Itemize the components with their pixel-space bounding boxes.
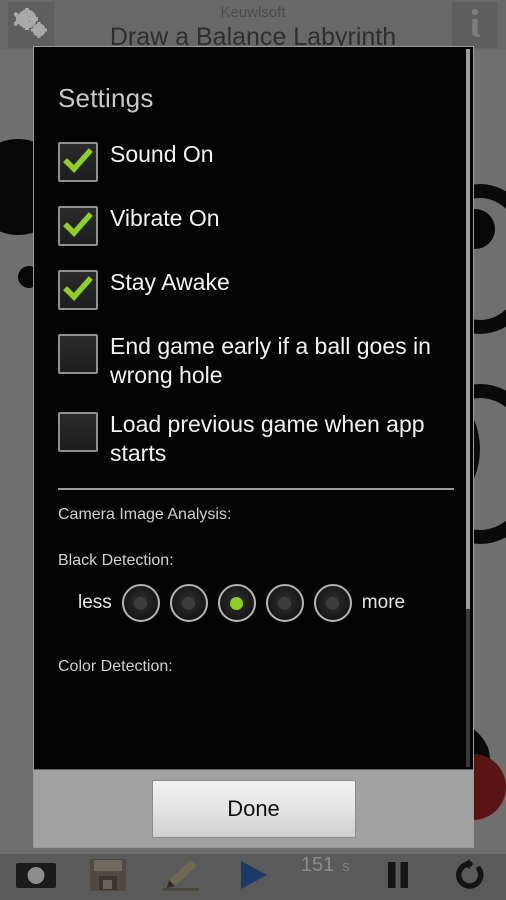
black-detection-radio-group[interactable]: less more	[56, 584, 451, 622]
camera-icon	[14, 860, 58, 895]
dialog-footer: Done	[34, 769, 473, 847]
save-button[interactable]	[72, 854, 144, 900]
section-divider	[58, 488, 454, 490]
info-button[interactable]	[452, 2, 498, 48]
checkbox-sound-on[interactable]	[58, 142, 98, 182]
radio-dot	[182, 596, 196, 610]
app-screen: bt=1.0 bt=1.0	[0, 0, 506, 900]
setting-row-vibrate[interactable]: Vibrate On	[56, 204, 451, 246]
radio-black-detection-1[interactable]	[121, 584, 160, 622]
label-vibrate-on: Vibrate On	[110, 205, 220, 231]
radio-less-label: less	[78, 592, 112, 613]
setting-row-sound[interactable]: Sound On	[56, 140, 451, 182]
dialog-heading: Settings	[58, 83, 154, 113]
settings-dialog-body: Settings Sound On Vibrate On Stay Awake …	[34, 47, 473, 769]
label-black-detection: Black Detection:	[58, 552, 174, 569]
radio-black-detection-2[interactable]	[169, 584, 208, 622]
label-stay-awake: Stay Awake	[110, 269, 230, 295]
draw-button[interactable]	[145, 854, 217, 900]
settings-scroll-content: Settings Sound On Vibrate On Stay Awake …	[56, 47, 454, 676]
checkbox-stay-awake[interactable]	[58, 270, 98, 310]
radio-dot	[326, 596, 340, 610]
reset-button[interactable]	[434, 854, 506, 900]
dialog-scrollbar[interactable]	[466, 49, 470, 767]
done-button[interactable]: Done	[151, 779, 356, 838]
floppy-save-icon	[89, 858, 127, 897]
pencil-icon	[161, 858, 201, 897]
timer-value: 151	[300, 854, 335, 876]
title-bar: Keuwlsoft Draw a Balance Labyrinth	[0, 0, 506, 51]
check-icon	[63, 212, 93, 238]
radio-black-detection-4[interactable]	[265, 584, 304, 622]
pause-icon	[385, 860, 411, 895]
game-timer: 151 s	[289, 854, 361, 900]
label-camera-image-analysis: Camera Image Analysis:	[58, 506, 232, 523]
label-sound-on: Sound On	[110, 141, 214, 167]
setting-row-end-game-early[interactable]: End game early if a ball goes in wrong h…	[56, 332, 451, 390]
info-icon	[469, 8, 481, 43]
setting-row-stay-awake[interactable]: Stay Awake	[56, 268, 451, 310]
radio-dot	[278, 596, 292, 610]
label-end-game-early: End game early if a ball goes in wrong h…	[110, 333, 431, 388]
checkbox-end-game-early[interactable]	[58, 334, 98, 374]
timer-unit: s	[342, 858, 350, 875]
camera-button[interactable]	[0, 854, 72, 900]
radio-dot	[230, 596, 244, 610]
settings-button[interactable]	[8, 2, 54, 48]
play-button[interactable]	[217, 854, 289, 900]
radio-black-detection-3[interactable]	[217, 584, 256, 622]
title-block: Keuwlsoft Draw a Balance Labyrinth	[60, 0, 446, 51]
play-icon	[236, 859, 270, 896]
undo-icon	[454, 858, 486, 896]
pause-button[interactable]	[361, 854, 433, 900]
settings-dialog: Settings Sound On Vibrate On Stay Awake …	[33, 46, 474, 848]
bottom-toolbar: 151 s	[0, 854, 506, 900]
gears-icon	[13, 7, 48, 43]
dialog-scrollbar-thumb[interactable]	[466, 49, 470, 609]
radio-dot	[134, 596, 148, 610]
checkbox-load-previous-game[interactable]	[58, 412, 98, 452]
label-color-detection: Color Detection:	[58, 658, 173, 675]
check-icon	[63, 276, 93, 302]
radio-black-detection-5[interactable]	[313, 584, 352, 622]
setting-row-load-previous-game[interactable]: Load previous game when app starts	[56, 410, 451, 468]
radio-more-label: more	[361, 592, 406, 613]
check-icon	[63, 148, 93, 174]
label-load-previous-game: Load previous game when app starts	[110, 411, 425, 466]
app-vendor: Keuwlsoft	[220, 4, 286, 21]
checkbox-vibrate-on[interactable]	[58, 206, 98, 246]
